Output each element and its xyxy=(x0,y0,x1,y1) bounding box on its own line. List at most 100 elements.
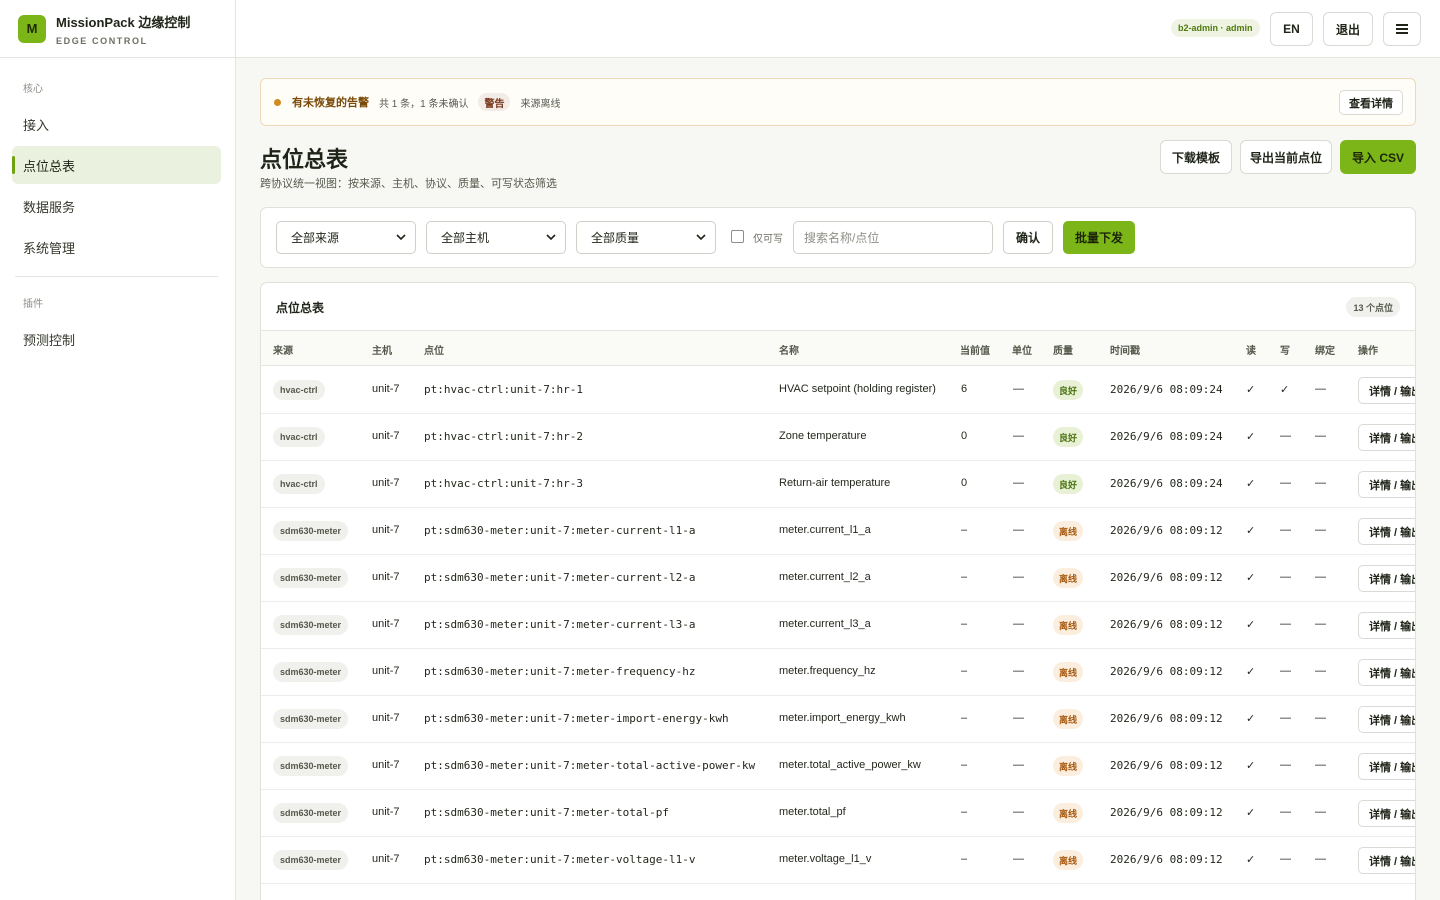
th-quality: 质量 xyxy=(1053,346,1073,357)
confirm-button[interactable]: 确认 xyxy=(1003,221,1053,254)
cell-write: — xyxy=(1280,853,1291,865)
cell-name: meter.current_l1_a xyxy=(779,524,871,536)
table-row[interactable]: hvac-ctrl unit-7 pt:hvac-ctrl:unit-7:hr-1 H… xyxy=(261,367,1415,414)
details-output-button[interactable]: 详情 / 输出 xyxy=(1358,518,1415,545)
view-details-button[interactable]: 查看详情 xyxy=(1339,90,1403,115)
table-row[interactable]: sdm630-meter unit-7 pt:sdm630-meter:unit-7… xyxy=(261,790,1415,837)
cell-read: ✓ xyxy=(1246,478,1256,490)
details-output-button[interactable]: 详情 / 输出 xyxy=(1358,377,1415,404)
th-point: 点位 xyxy=(424,346,444,357)
quality-badge: 良好 xyxy=(1053,380,1084,400)
cell-point: pt:sdm630-meter:unit-7:meter-import-ener… xyxy=(424,712,729,725)
sidebar-item-system[interactable]: 系统管理 xyxy=(12,228,221,266)
alert-summary: 共 1 条，1 条未确认 xyxy=(379,98,469,110)
language-button[interactable]: EN xyxy=(1270,12,1313,46)
cell-value: 6 xyxy=(961,383,968,395)
table-row[interactable]: sdm630-meter unit-7 pt:sdm630-meter:unit-7… xyxy=(261,555,1415,602)
warning-dot-icon xyxy=(274,98,281,106)
sidebar-item-data-services[interactable]: 数据服务 xyxy=(12,187,221,225)
cell-value: – xyxy=(961,571,968,583)
th-write: 写 xyxy=(1280,346,1290,357)
cell-unit: — xyxy=(1013,759,1024,771)
alert-level-badge: 警告 xyxy=(478,93,511,111)
details-output-button[interactable]: 详情 / 输出 xyxy=(1358,471,1415,498)
th-source: 来源 xyxy=(273,346,293,357)
nav-divider xyxy=(15,276,218,277)
quality-badge: 离线 xyxy=(1053,521,1084,541)
sidebar-item-access[interactable]: 接入 xyxy=(12,105,221,143)
quality-badge: 离线 xyxy=(1053,615,1084,635)
th-host: 主机 xyxy=(372,346,392,357)
download-template-button[interactable]: 下载模板 xyxy=(1160,140,1232,174)
table-row[interactable]: hvac-ctrl unit-7 pt:hvac-ctrl:unit-7:hr-2 Z… xyxy=(261,414,1415,461)
batch-send-button[interactable]: 批量下发 xyxy=(1063,221,1135,254)
table-row[interactable]: sdm630-meter unit-7 pt:sdm630-meter:unit-7… xyxy=(261,508,1415,555)
nav-section-core: 核心 xyxy=(23,84,43,95)
cell-bind: — xyxy=(1315,759,1326,771)
cell-value: – xyxy=(961,712,968,724)
main-content: 有未恢复的告警 共 1 条，1 条未确认 警告 来源离线 查看详情 点位总表 跨… xyxy=(260,78,1416,900)
user-badge: b2-admin · admin xyxy=(1171,19,1260,37)
table-row[interactable]: sdm630-meter unit-7 pt:sdm630-meter:unit-7… xyxy=(261,696,1415,743)
logout-button[interactable]: 退出 xyxy=(1323,12,1373,46)
alert-title: 有未恢复的告警 xyxy=(292,97,369,109)
table-row[interactable]: sdm630-meter unit-7 pt:sdm630-meter:unit-7… xyxy=(261,649,1415,696)
details-output-button[interactable]: 详情 / 输出 xyxy=(1358,424,1415,451)
cell-point: pt:sdm630-meter:unit-7:meter-current-l2-… xyxy=(424,571,696,584)
cell-timestamp: 2026/9/6 08:09:24 xyxy=(1110,430,1223,443)
th-timestamp: 时间戳 xyxy=(1110,346,1140,357)
details-output-button[interactable]: 详情 / 输出 xyxy=(1358,659,1415,686)
cell-point: pt:sdm630-meter:unit-7:meter-frequency-h… xyxy=(424,665,696,678)
chevron-down-icon xyxy=(546,234,556,241)
table-row[interactable]: sdm630-meter unit-7 pt:sdm630-meter:unit-7… xyxy=(261,837,1415,884)
import-csv-button[interactable]: 导入 CSV xyxy=(1340,140,1416,174)
search-input[interactable] xyxy=(793,221,993,254)
brand-logo: M xyxy=(18,14,46,43)
sidebar-item-points[interactable]: 点位总表 xyxy=(12,146,221,184)
cell-bind: — xyxy=(1315,806,1326,818)
table-row[interactable]: hvac-ctrl unit-7 pt:hvac-ctrl:unit-7:hr-3 R… xyxy=(261,461,1415,508)
cell-bind: — xyxy=(1315,477,1326,489)
details-output-button[interactable]: 详情 / 输出 xyxy=(1358,800,1415,827)
cell-host: unit-7 xyxy=(372,524,400,536)
cell-write: — xyxy=(1280,571,1291,583)
source-badge: sdm630-meter xyxy=(273,756,349,776)
quality-badge: 良好 xyxy=(1053,427,1084,447)
cell-read: ✓ xyxy=(1246,384,1256,396)
quality-badge: 离线 xyxy=(1053,756,1084,776)
cell-value: – xyxy=(961,618,968,630)
source-select[interactable]: 全部来源 xyxy=(276,221,416,254)
cell-point: pt:sdm630-meter:unit-7:meter-voltage-l1-… xyxy=(424,853,696,866)
cell-host: unit-7 xyxy=(372,618,400,630)
export-current-button[interactable]: 导出当前点位 xyxy=(1240,140,1332,174)
cell-write: — xyxy=(1280,477,1291,489)
cell-name: meter.total_active_power_kw xyxy=(779,759,921,771)
table-row[interactable]: sdm630-meter unit-7 pt:sdm630-meter:unit-7… xyxy=(261,743,1415,790)
host-select[interactable]: 全部主机 xyxy=(426,221,566,254)
cell-timestamp: 2026/9/6 08:09:12 xyxy=(1110,712,1223,725)
details-output-button[interactable]: 详情 / 输出 xyxy=(1358,753,1415,780)
th-value: 当前值 xyxy=(960,346,990,357)
source-badge: sdm630-meter xyxy=(273,709,349,729)
details-output-button[interactable]: 详情 / 输出 xyxy=(1358,565,1415,592)
menu-button[interactable] xyxy=(1383,12,1421,46)
cell-point: pt:sdm630-meter:unit-7:meter-current-l3-… xyxy=(424,618,696,631)
quality-select[interactable]: 全部质量 xyxy=(576,221,716,254)
cell-point: pt:sdm630-meter:unit-7:meter-total-activ… xyxy=(424,759,756,772)
details-output-button[interactable]: 详情 / 输出 xyxy=(1358,706,1415,733)
writable-only-checkbox[interactable] xyxy=(731,230,744,243)
cell-name: Zone temperature xyxy=(779,430,867,442)
sidebar-item-predictive-control[interactable]: 预测控制 xyxy=(12,320,221,358)
cell-timestamp: 2026/9/6 08:09:12 xyxy=(1110,618,1223,631)
cell-read: ✓ xyxy=(1246,807,1256,819)
cell-write: — xyxy=(1280,524,1291,536)
cell-host: unit-7 xyxy=(372,853,400,865)
details-output-button[interactable]: 详情 / 输出 xyxy=(1358,612,1415,639)
source-badge: sdm630-meter xyxy=(273,615,349,635)
details-output-button[interactable]: 详情 / 输出 xyxy=(1358,847,1415,874)
table-row[interactable]: sdm630-meter unit-7 pt:sdm630-meter:unit-7… xyxy=(261,602,1415,649)
cell-unit: — xyxy=(1013,806,1024,818)
source-badge: hvac-ctrl xyxy=(273,474,325,494)
source-select-value: 全部来源 xyxy=(291,231,340,245)
cell-bind: — xyxy=(1315,430,1326,442)
